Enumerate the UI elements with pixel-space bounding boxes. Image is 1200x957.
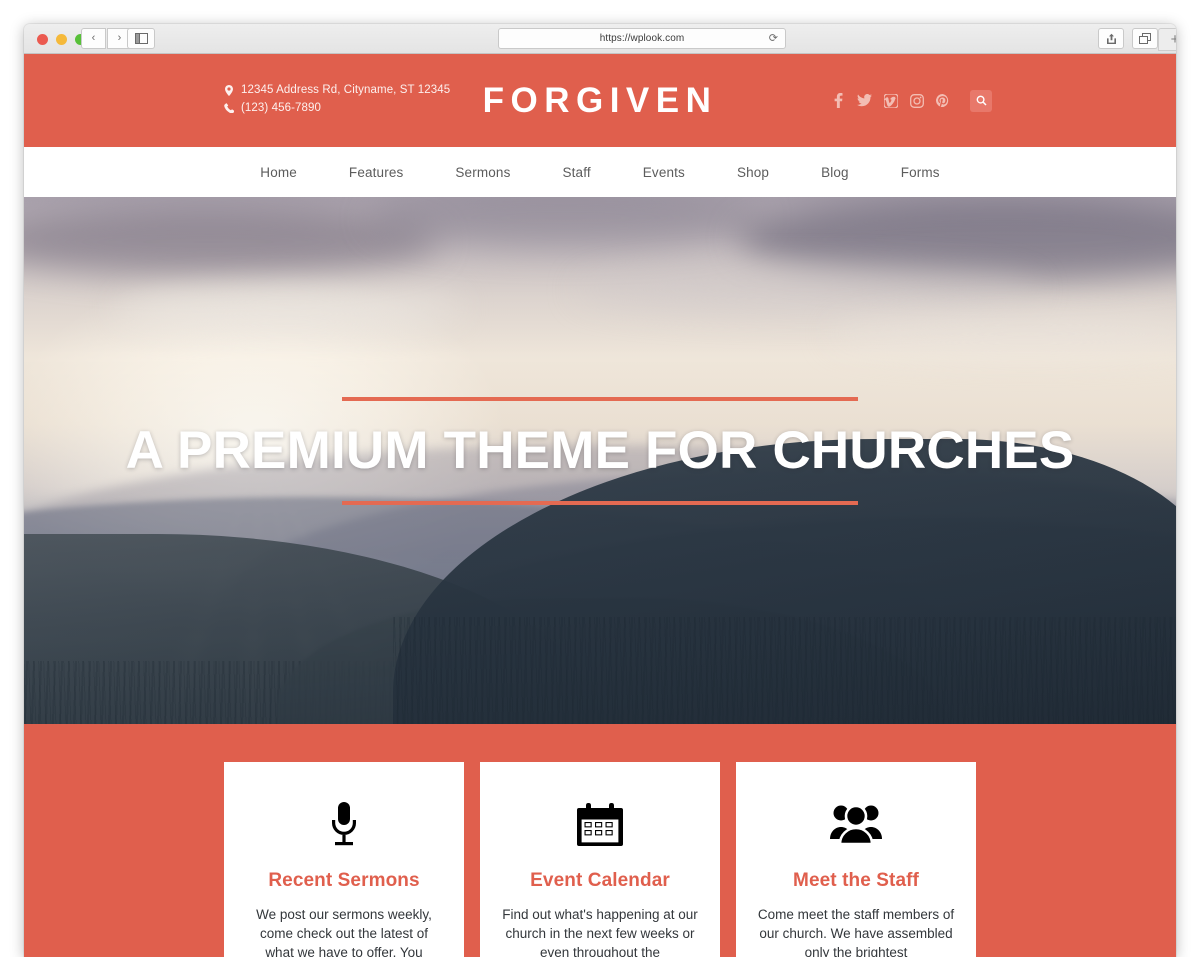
feature-card-text: We post our sermons weekly, come check o… bbox=[256, 907, 432, 957]
twitter-icon[interactable] bbox=[857, 93, 872, 108]
back-button[interactable]: ‹ bbox=[81, 28, 106, 49]
browser-window: ‹ › https://wplook.com ⟳ + 12345 Address… bbox=[24, 24, 1176, 957]
people-group-icon bbox=[756, 796, 956, 852]
features-section: Recent Sermons We post our sermons weekl… bbox=[24, 724, 1176, 957]
hero-rule-bottom bbox=[342, 501, 858, 506]
search-button[interactable] bbox=[970, 89, 992, 112]
nav-item-staff[interactable]: Staff bbox=[536, 165, 616, 180]
nav-item-sermons[interactable]: Sermons bbox=[429, 165, 536, 180]
chevron-left-icon: ‹ bbox=[91, 32, 96, 44]
search-icon bbox=[976, 95, 987, 106]
tabs-icon bbox=[1139, 33, 1151, 44]
feature-card-event-calendar[interactable]: Event Calendar Find out what's happening… bbox=[480, 762, 720, 957]
show-sidebar-button[interactable] bbox=[127, 28, 155, 49]
new-tab-button[interactable]: + bbox=[1158, 28, 1176, 51]
page-viewport: 12345 Address Rd, Cityname, ST 12345 (12… bbox=[24, 54, 1176, 957]
location-pin-icon bbox=[224, 84, 234, 96]
page-root: ‹ › https://wplook.com ⟳ + 12345 Address… bbox=[0, 0, 1200, 957]
nav-item-blog[interactable]: Blog bbox=[795, 165, 875, 180]
toolbar-right-buttons bbox=[1098, 28, 1158, 49]
hero-rule-top bbox=[342, 397, 858, 401]
feature-cards: Recent Sermons We post our sermons weekl… bbox=[24, 762, 1176, 957]
feature-card-title: Event Calendar bbox=[530, 870, 670, 891]
phone-text: (123) 456-7890 bbox=[241, 102, 322, 114]
nav-item-events[interactable]: Events bbox=[617, 165, 711, 180]
site-header: 12345 Address Rd, Cityname, ST 12345 (12… bbox=[24, 54, 1176, 147]
contact-info: 12345 Address Rd, Cityname, ST 12345 (12… bbox=[224, 81, 450, 117]
social-links bbox=[831, 89, 992, 112]
main-navigation: Home Features Sermons Staff Events Shop … bbox=[24, 147, 1176, 197]
hero-content: A PREMIUM THEME FOR CHURCHES bbox=[24, 397, 1176, 506]
hero-title: A PREMIUM THEME FOR CHURCHES bbox=[125, 421, 1075, 480]
sidebar-icon bbox=[134, 33, 148, 44]
facebook-icon[interactable] bbox=[831, 93, 846, 108]
show-tabs-button[interactable] bbox=[1132, 28, 1158, 49]
share-icon bbox=[1106, 33, 1116, 44]
share-button[interactable] bbox=[1098, 28, 1124, 49]
close-window-button[interactable] bbox=[37, 34, 48, 45]
feature-card-meet-the-staff[interactable]: Meet the Staff Come meet the staff membe… bbox=[736, 762, 976, 957]
feature-card-recent-sermons[interactable]: Recent Sermons We post our sermons weekl… bbox=[224, 762, 464, 957]
chevron-right-icon: › bbox=[117, 32, 122, 44]
microphone-icon bbox=[244, 796, 444, 852]
phone-line[interactable]: (123) 456-7890 bbox=[224, 99, 450, 117]
navigation-buttons: ‹ › bbox=[81, 28, 132, 49]
hero-banner: A PREMIUM THEME FOR CHURCHES bbox=[24, 197, 1176, 724]
minimize-window-button[interactable] bbox=[56, 34, 67, 45]
feature-card-text: Find out what's happening at our church … bbox=[502, 907, 698, 957]
address-bar[interactable]: https://wplook.com ⟳ bbox=[498, 28, 786, 49]
browser-toolbar: ‹ › https://wplook.com ⟳ + bbox=[24, 24, 1176, 54]
url-text: https://wplook.com bbox=[599, 33, 685, 44]
feature-card-text: Come meet the staff members of our churc… bbox=[757, 907, 955, 957]
calendar-icon bbox=[500, 796, 700, 852]
window-controls bbox=[37, 34, 86, 45]
feature-card-title: Meet the Staff bbox=[793, 870, 919, 891]
vimeo-icon[interactable] bbox=[883, 93, 898, 108]
nav-item-forms[interactable]: Forms bbox=[875, 165, 966, 180]
site-logo[interactable]: FORGIVEN bbox=[483, 81, 718, 121]
address-text: 12345 Address Rd, Cityname, ST 12345 bbox=[241, 84, 451, 96]
instagram-icon[interactable] bbox=[909, 93, 924, 108]
nav-item-features[interactable]: Features bbox=[323, 165, 429, 180]
nav-item-shop[interactable]: Shop bbox=[711, 165, 795, 180]
feature-card-title: Recent Sermons bbox=[268, 870, 420, 891]
phone-icon bbox=[224, 103, 234, 113]
nav-item-home[interactable]: Home bbox=[234, 165, 323, 180]
address-line: 12345 Address Rd, Cityname, ST 12345 bbox=[224, 81, 450, 99]
pinterest-icon[interactable] bbox=[935, 93, 950, 108]
reload-icon[interactable]: ⟳ bbox=[769, 33, 778, 44]
